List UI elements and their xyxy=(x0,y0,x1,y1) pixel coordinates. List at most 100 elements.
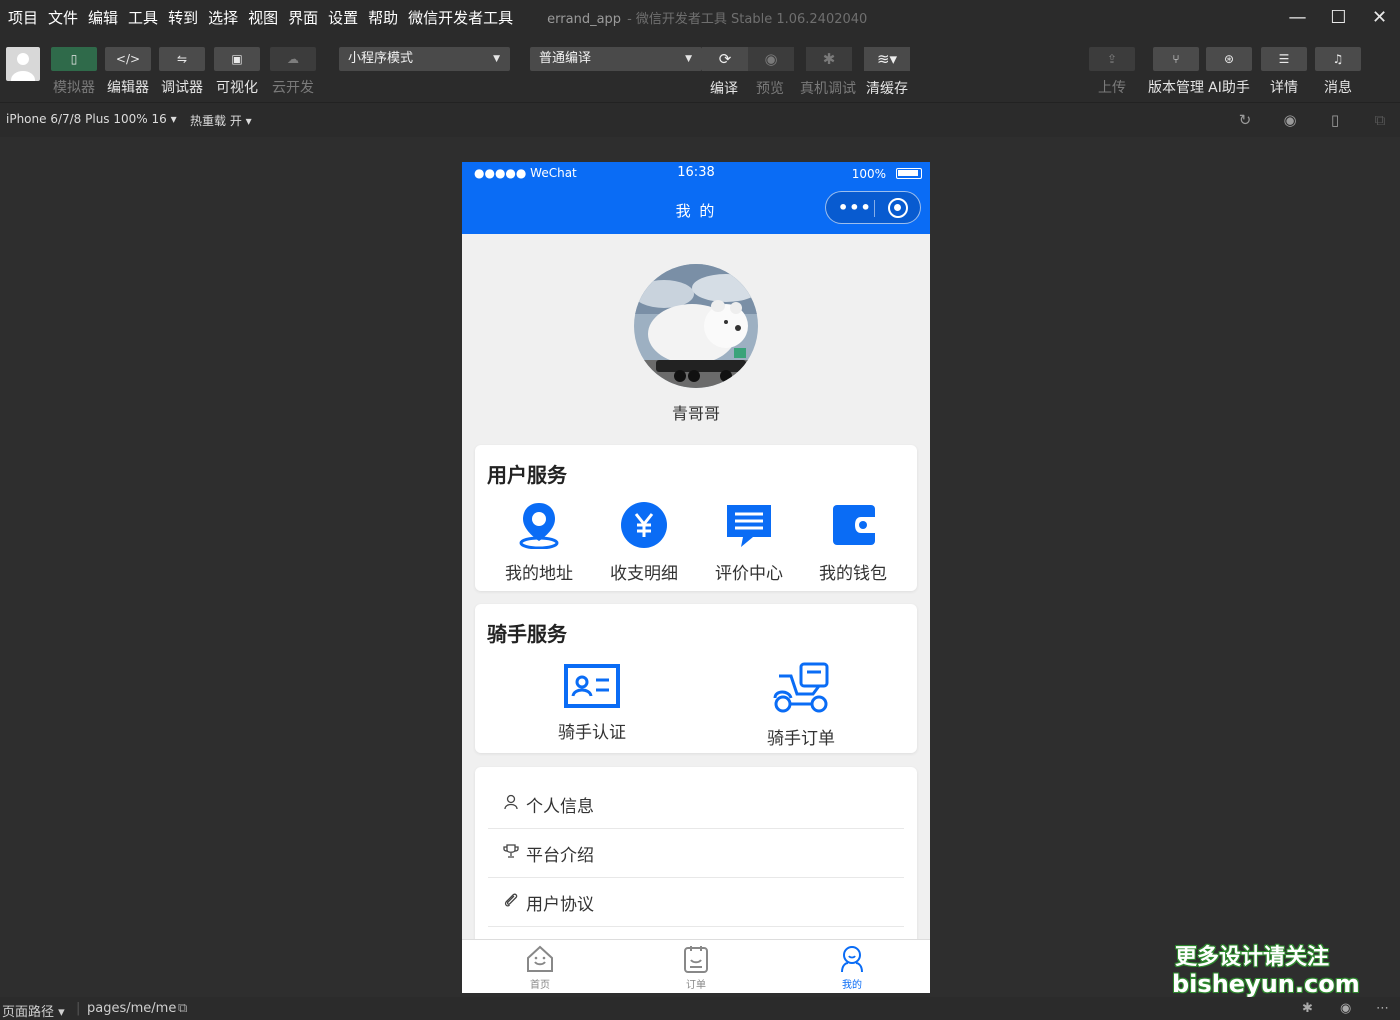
menu-goto[interactable]: 转到 xyxy=(168,7,198,28)
tab-orders-label: 订单 xyxy=(686,980,706,991)
compile-button[interactable]: ⟳ xyxy=(702,47,748,71)
device-icon[interactable]: ▯ xyxy=(1325,111,1345,131)
bug-icon: ✱ xyxy=(822,50,836,68)
version-tool[interactable]: ⑂ 版本管理 xyxy=(1148,47,1204,97)
trophy-icon xyxy=(500,843,522,863)
my-address-item[interactable]: 我的地址 xyxy=(487,501,591,584)
refresh-icon: ⟳ xyxy=(718,50,732,68)
cloud-tool[interactable]: ☁ 云开发 xyxy=(270,47,316,97)
tab-home[interactable]: 首页 xyxy=(500,944,580,991)
cloud-icon: ☁ xyxy=(270,47,316,71)
messages-label: 消息 xyxy=(1324,80,1352,96)
list-item-personal-info[interactable]: 个人信息 xyxy=(488,780,904,829)
compile-select[interactable]: 普通编译 ▼ xyxy=(530,47,702,71)
bug-icon[interactable]: ✱ xyxy=(1302,1001,1313,1016)
user-services-card: 用户服务 我的地址 收支明细 评价中心 我的钱包 xyxy=(475,445,917,591)
account-avatar[interactable] xyxy=(6,47,40,81)
chevron-down-icon: ▼ xyxy=(685,54,692,64)
income-expense-label: 收支明细 xyxy=(610,564,678,584)
app-name: - 微信开发者工具 Stable 1.06.2402040 xyxy=(627,11,868,27)
platform-intro-label: 平台介绍 xyxy=(526,845,594,866)
page-path-select[interactable]: 页面路径 ▾ xyxy=(2,1001,65,1020)
hot-reload-toggle[interactable]: 热重载 开 ▾ xyxy=(190,112,252,129)
project-name: errand_app xyxy=(547,11,622,27)
review-center-item[interactable]: 评价中心 xyxy=(697,501,801,584)
menu-tools[interactable]: 工具 xyxy=(128,7,158,28)
avatar[interactable] xyxy=(634,264,758,388)
mode-select[interactable]: 小程序模式 ▼ xyxy=(339,47,510,71)
messages-tool[interactable]: ♫ 消息 xyxy=(1315,47,1361,97)
clipboard-icon xyxy=(684,946,708,973)
menu-project[interactable]: 项目 xyxy=(8,7,38,28)
phone-simulator: ●●●●● WeChat 16:38 100% 我 的 ••• 青哥哥 用户服务… xyxy=(462,162,930,993)
eye-icon[interactable]: ◉ xyxy=(1340,1001,1351,1016)
window-icon[interactable]: ⧉ xyxy=(1370,111,1390,131)
maximize-button[interactable]: ☐ xyxy=(1318,0,1359,34)
clear-cache-button[interactable]: ≋▾ xyxy=(864,47,910,71)
upload-tool[interactable]: ⇪ 上传 xyxy=(1089,47,1135,97)
simulator-tool[interactable]: ▯ 模拟器 xyxy=(51,47,97,97)
watermark: 更多设计请关注 bisheyun.com xyxy=(1172,944,1360,998)
remote-debug-label: 真机调试 xyxy=(800,81,856,97)
list-item-platform-intro[interactable]: 平台介绍 xyxy=(488,829,904,878)
preview-button[interactable]: ◉ xyxy=(748,47,794,71)
menu-view[interactable]: 视图 xyxy=(248,7,278,28)
my-wallet-item[interactable]: 我的钱包 xyxy=(801,501,905,584)
personal-info-label: 个人信息 xyxy=(526,796,594,817)
menu-file[interactable]: 文件 xyxy=(48,7,78,28)
footer-divider: | xyxy=(76,1001,81,1016)
menu-select[interactable]: 选择 xyxy=(208,7,238,28)
editor-tool[interactable]: </> 编辑器 xyxy=(105,47,151,97)
remote-debug-button[interactable]: ✱ xyxy=(806,47,852,71)
username: 青哥哥 xyxy=(671,404,720,423)
upload-icon: ⇪ xyxy=(1089,47,1135,71)
menu-help[interactable]: 帮助 xyxy=(368,7,398,28)
minimize-button[interactable]: — xyxy=(1277,0,1318,34)
menu-interface[interactable]: 界面 xyxy=(288,7,318,28)
page-path: pages/me/me xyxy=(87,1001,177,1016)
rider-services-title: 骑手服务 xyxy=(487,622,567,646)
layers-icon: ≋▾ xyxy=(876,50,898,68)
tab-orders[interactable]: 订单 xyxy=(656,944,736,991)
more-icon[interactable]: ••• xyxy=(838,198,872,217)
details-tool[interactable]: ☰ 详情 xyxy=(1261,47,1307,97)
tab-me[interactable]: 我的 xyxy=(812,944,892,991)
wallet-icon xyxy=(833,505,875,545)
chevron-down-icon: ▼ xyxy=(493,54,500,64)
review-center-label: 评价中心 xyxy=(715,564,783,584)
watermark-line-2: bisheyun.com xyxy=(1172,970,1360,998)
simulator-label: 模拟器 xyxy=(53,80,95,96)
rider-certification-item[interactable]: 骑手认证 xyxy=(540,662,644,743)
location-pin-icon xyxy=(519,503,559,549)
id-card-icon xyxy=(564,664,620,708)
compile-label: 编译 xyxy=(710,81,738,97)
device-select[interactable]: iPhone 6/7/8 Plus 100% 16 ▾ xyxy=(6,112,177,126)
rider-orders-item[interactable]: 骑手订单 xyxy=(749,662,853,749)
debugger-label: 调试器 xyxy=(161,80,203,96)
menu-bar: 项目 文件 编辑 工具 转到 选择 视图 界面 设置 帮助 微信开发者工具 er… xyxy=(0,0,1400,34)
menu-edit[interactable]: 编辑 xyxy=(88,7,118,28)
message-icon xyxy=(727,505,771,547)
rotate-icon[interactable]: ↻ xyxy=(1235,111,1255,131)
menu-settings[interactable]: 设置 xyxy=(328,7,358,28)
ai-tool[interactable]: ⊛ AI助手 xyxy=(1206,47,1252,97)
clear-cache-label: 清缓存 xyxy=(866,81,908,97)
user-agreement-label: 用户协议 xyxy=(526,894,594,915)
eye-icon: ◉ xyxy=(764,50,778,68)
close-target-icon[interactable] xyxy=(888,198,908,218)
menu-wechat-devtools[interactable]: 微信开发者工具 xyxy=(408,7,513,28)
mini-program-capsule[interactable]: ••• xyxy=(825,191,921,224)
phone-nav-bar: 我 的 ••• xyxy=(462,186,930,234)
rider-orders-label: 骑手订单 xyxy=(767,729,835,749)
my-wallet-label: 我的钱包 xyxy=(819,564,887,584)
visual-tool[interactable]: ▣ 可视化 xyxy=(214,47,260,97)
record-icon[interactable]: ◉ xyxy=(1280,111,1300,131)
paperclip-icon xyxy=(500,892,522,912)
compile-select-value: 普通编译 xyxy=(539,51,592,66)
more-icon[interactable]: ⋯ xyxy=(1376,1001,1389,1016)
list-item-user-agreement[interactable]: 用户协议 xyxy=(488,878,904,927)
income-expense-item[interactable]: 收支明细 xyxy=(592,501,696,584)
debugger-tool[interactable]: ⇋ 调试器 xyxy=(159,47,205,97)
copy-icon[interactable]: ⧉ xyxy=(178,1001,187,1016)
close-window-button[interactable]: ✕ xyxy=(1359,0,1400,34)
